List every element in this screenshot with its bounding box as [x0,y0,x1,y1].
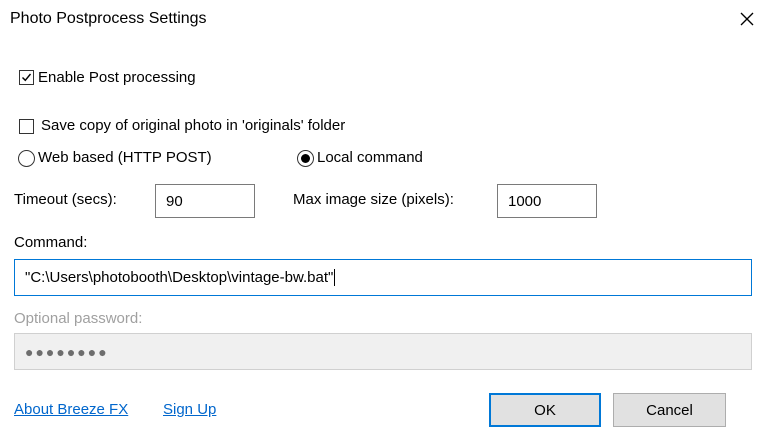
ok-button[interactable]: OK [489,393,601,427]
enable-post-processing-checkbox[interactable] [19,70,34,85]
timeout-label: Timeout (secs): [14,191,117,208]
local-command-radio[interactable] [297,150,314,167]
save-original-copy-checkbox[interactable] [19,119,34,134]
password-label: Optional password: [14,310,143,327]
cancel-button[interactable]: Cancel [613,393,726,427]
save-original-copy-label[interactable]: Save copy of original photo in 'original… [41,117,345,134]
radio-selected-dot [301,154,310,163]
about-breeze-fx-link[interactable]: About Breeze FX [14,401,128,418]
web-based-radio[interactable] [18,150,35,167]
max-image-size-input[interactable]: 1000 [497,184,597,218]
password-input: ●●●●●●●● [14,333,752,370]
enable-post-processing-label[interactable]: Enable Post processing [38,69,196,86]
web-based-radio-label[interactable]: Web based (HTTP POST) [38,149,212,166]
dialog-title: Photo Postprocess Settings [10,10,207,27]
text-caret [334,269,336,286]
local-command-radio-label[interactable]: Local command [317,149,423,166]
max-image-size-label: Max image size (pixels): [293,191,454,208]
close-button[interactable] [734,6,760,32]
command-input[interactable]: "C:\Users\photobooth\Desktop\vintage-bw.… [14,259,752,296]
checkmark-icon [22,73,32,82]
sign-up-link[interactable]: Sign Up [163,401,216,418]
command-input-text: "C:\Users\photobooth\Desktop\vintage-bw.… [25,269,334,286]
command-label: Command: [14,234,88,251]
timeout-input[interactable]: 90 [155,184,255,218]
close-icon [740,12,754,26]
